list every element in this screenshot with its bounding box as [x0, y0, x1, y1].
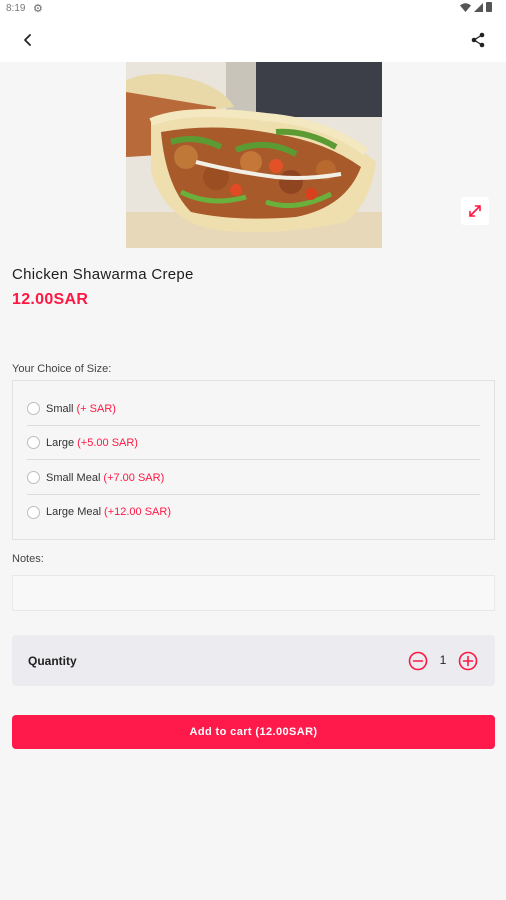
share-button[interactable]	[466, 28, 490, 52]
radio-button[interactable]	[27, 402, 40, 415]
size-option-small[interactable]: Small (+ SAR)	[27, 392, 480, 426]
radio-button[interactable]	[27, 505, 40, 519]
option-price: (+5.00 SAR)	[77, 436, 138, 449]
expand-image-button[interactable]	[461, 197, 489, 225]
option-price: (+ SAR)	[76, 402, 116, 415]
size-option-small-meal[interactable]: Small Meal (+7.00 SAR)	[27, 461, 480, 495]
option-name: Large Meal	[46, 506, 102, 518]
option-price: (+12.00 SAR)	[104, 506, 171, 518]
status-bar: 8:19 ⚙	[0, 0, 506, 18]
option-price: (+7.00 SAR)	[103, 471, 165, 484]
signal-icon	[474, 2, 483, 12]
size-options-group: Small (+ SAR) Large (+5.00 SAR) Small Me…	[12, 380, 495, 540]
quantity-label: Quantity	[28, 654, 77, 668]
plus-circle-icon[interactable]	[458, 651, 478, 671]
option-name: Small	[46, 402, 74, 415]
status-time: 8:19	[6, 3, 26, 14]
status-indicators	[460, 2, 492, 12]
radio-button[interactable]	[27, 471, 40, 484]
size-option-large-meal[interactable]: Large Meal (+12.00 SAR)	[27, 495, 480, 529]
size-option-large[interactable]: Large (+5.00 SAR)	[27, 426, 480, 460]
notes-input[interactable]	[12, 575, 495, 611]
product-image	[126, 62, 382, 248]
add-to-cart-button[interactable]: Add to cart (12.00SAR)	[12, 715, 495, 749]
option-name: Large	[46, 436, 75, 449]
back-button[interactable]	[16, 28, 40, 52]
wifi-icon	[460, 2, 471, 12]
size-section-label: Your Choice of Size:	[12, 363, 112, 375]
app-bar	[0, 18, 506, 62]
quantity-value: 1	[439, 653, 447, 667]
arrow-left-icon	[24, 34, 31, 46]
quantity-stepper: Quantity 1	[12, 635, 495, 686]
settings-gear-icon: ⚙	[33, 3, 43, 15]
expand-icon	[469, 205, 481, 217]
product-price: 12.00SAR	[12, 291, 89, 308]
battery-icon	[486, 2, 492, 12]
notes-label: Notes:	[12, 553, 44, 565]
minus-circle-icon[interactable]	[408, 651, 428, 671]
option-name: Small Meal	[46, 471, 101, 484]
product-title: Chicken Shawarma Crepe	[12, 266, 194, 283]
radio-button[interactable]	[27, 436, 40, 449]
share-icon	[471, 32, 485, 48]
